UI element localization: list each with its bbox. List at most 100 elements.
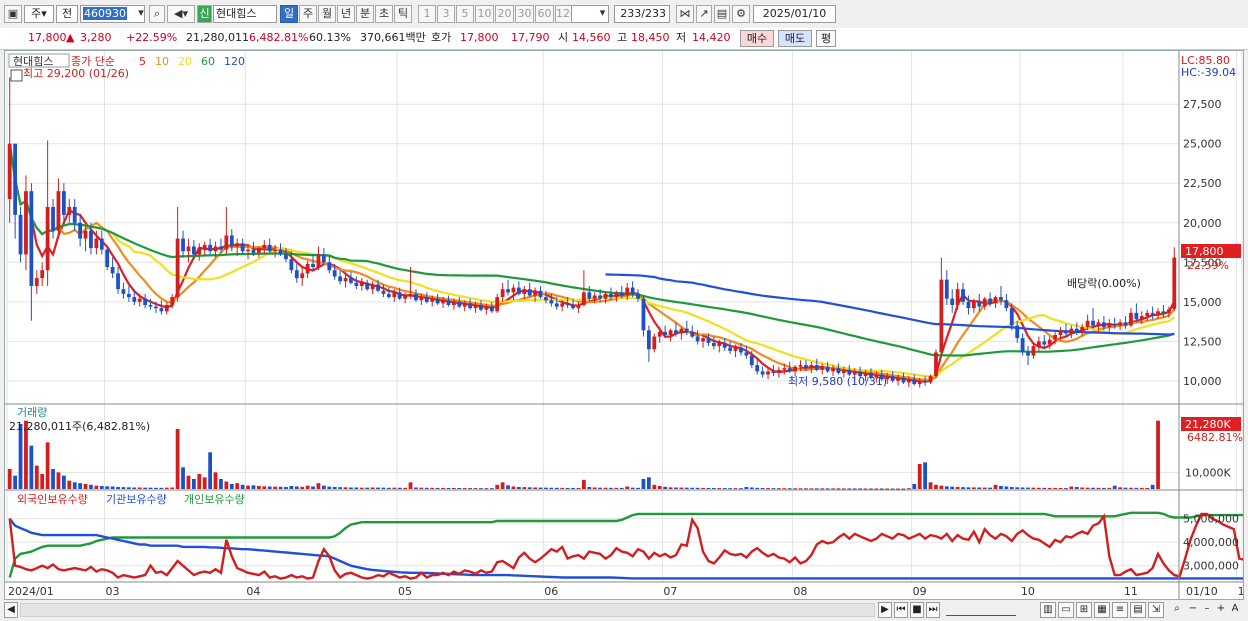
grid-icon[interactable]: ▦: [1094, 602, 1110, 618]
buy-button[interactable]: 매수: [740, 30, 774, 47]
auto-scale-icon[interactable]: A: [1228, 602, 1242, 618]
candle-body: [1161, 311, 1166, 313]
candle-body: [235, 243, 240, 247]
period-button-6[interactable]: 틱: [394, 5, 412, 23]
speaker-icon[interactable]: ◀▾: [167, 5, 195, 23]
candle-body: [701, 338, 705, 342]
interval-button-5[interactable]: 5: [456, 5, 474, 23]
zoom-out-icon[interactable]: ⌕: [1170, 602, 1184, 618]
stop-icon[interactable]: ■: [910, 602, 924, 618]
volume-bar: [657, 486, 662, 489]
table-icon[interactable]: ▤: [1130, 602, 1146, 618]
candle-body: [267, 244, 272, 252]
volume-bar: [67, 480, 72, 489]
candle-body: [381, 290, 386, 294]
volume-bar: [646, 477, 651, 489]
play-icon[interactable]: ▶: [878, 602, 892, 618]
candle-body: [78, 222, 83, 239]
candle-body: [186, 246, 191, 252]
candle-body: [126, 293, 131, 298]
list-icon[interactable]: ≡: [1112, 602, 1128, 618]
interval-button-30[interactable]: 30: [515, 5, 534, 23]
layout-icon[interactable]: ▥: [1040, 602, 1056, 618]
window-icon[interactable]: ▭: [1058, 602, 1074, 618]
volume-bar: [1091, 487, 1095, 489]
interval-button-60[interactable]: 60: [535, 5, 554, 23]
candle-body: [739, 347, 743, 353]
chart-panel[interactable]: 10,000 12,500 15,000 17,500 20,000 22,500 25,0…: [4, 50, 1244, 600]
candle-body: [668, 330, 673, 336]
zoom-slider[interactable]: [946, 605, 1016, 616]
candle-body: [1058, 330, 1063, 336]
eval-button[interactable]: 평: [816, 30, 836, 47]
volume-bar: [982, 487, 987, 489]
volume-bar: [776, 488, 781, 490]
scroll-track[interactable]: [20, 603, 875, 617]
period-button-2[interactable]: 월: [318, 5, 336, 23]
candle-body: [51, 206, 55, 231]
volume-bar: [446, 488, 451, 489]
gear-icon[interactable]: ⚙: [732, 5, 750, 23]
volume-bar: [1009, 487, 1014, 489]
candle-body: [1026, 352, 1030, 356]
interval-button-20[interactable]: 20: [495, 5, 514, 23]
save-icon[interactable]: ▤: [714, 5, 730, 23]
minus-icon[interactable]: −: [1186, 602, 1200, 618]
volume-bar: [13, 475, 18, 489]
forward-icon[interactable]: ⏭: [926, 602, 940, 618]
link-icon[interactable]: ⋈: [676, 5, 694, 23]
volume-bar: [500, 482, 505, 489]
minus-small-icon[interactable]: –: [1200, 602, 1214, 618]
volume-bar: [977, 487, 982, 489]
candle-body: [733, 347, 738, 351]
volume-bar: [1064, 488, 1068, 490]
period-button-1[interactable]: 주: [299, 5, 317, 23]
plus-icon[interactable]: +: [1214, 602, 1228, 618]
period-button-0[interactable]: 일: [280, 5, 298, 23]
date-field[interactable]: 2025/01/10: [753, 5, 836, 23]
scroll-left-icon[interactable]: ◀: [4, 602, 18, 618]
candle-body: [538, 290, 543, 298]
volume-bar: [652, 484, 657, 489]
volume-bar: [489, 488, 494, 490]
volume-title: 거래량: [17, 406, 47, 419]
draw-icon[interactable]: ↗: [696, 5, 712, 23]
search-icon[interactable]: ⌕: [149, 5, 165, 23]
volume-bar: [392, 487, 397, 489]
volume-bar: [1123, 487, 1128, 489]
code-dropdown-icon[interactable]: ▾: [135, 5, 147, 23]
export-icon[interactable]: ⇲: [1148, 602, 1164, 618]
sell-button[interactable]: 매도: [778, 30, 812, 47]
window-menu-icon[interactable]: ▣: [4, 5, 22, 23]
candle-body: [29, 191, 34, 287]
candle-body: [24, 191, 28, 255]
volume-bar: [132, 487, 137, 489]
period-button-3[interactable]: 년: [337, 5, 355, 23]
prev-select[interactable]: 전: [56, 5, 78, 23]
interval-dropdown-icon[interactable]: ▾: [596, 5, 609, 23]
rewind-icon[interactable]: ⏮: [894, 602, 908, 618]
volume-bar: [1156, 420, 1160, 489]
volume-bar: [516, 487, 521, 489]
split-icon[interactable]: ⊞: [1076, 602, 1092, 618]
period-button-4[interactable]: 분: [356, 5, 374, 23]
interval-button-1[interactable]: 1: [418, 5, 436, 23]
candle-body: [771, 371, 776, 373]
volume-bar: [1139, 487, 1144, 489]
volume-bar: [869, 488, 873, 490]
candle-body: [614, 292, 619, 298]
bar-count-field[interactable]: 233/233: [614, 5, 670, 23]
volume-bar: [484, 488, 489, 490]
candle-body: [690, 331, 695, 337]
market-select[interactable]: 주▾: [24, 5, 54, 23]
interval-button-3[interactable]: 3: [437, 5, 455, 23]
interval-button-10[interactable]: 10: [475, 5, 494, 23]
candle-body: [939, 279, 944, 353]
up-arrow-icon: ▲: [66, 31, 75, 44]
candle-body: [430, 298, 435, 302]
volume-bar: [668, 487, 673, 489]
period-button-5[interactable]: 초: [375, 5, 393, 23]
volume-bar: [906, 488, 911, 490]
candle-body: [603, 293, 608, 299]
volume-bar: [311, 486, 315, 489]
